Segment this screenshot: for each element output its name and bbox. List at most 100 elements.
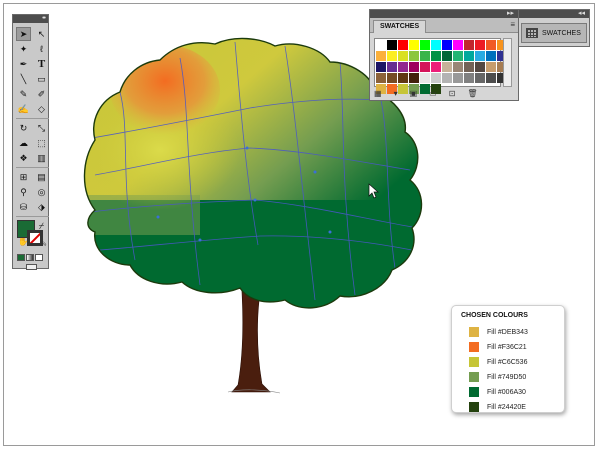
type-tool-icon[interactable]: T xyxy=(34,57,49,71)
collapse-icon[interactable]: ▸▸ xyxy=(507,10,514,18)
swatch-cell[interactable] xyxy=(420,40,430,50)
swatch-cell[interactable] xyxy=(486,40,496,50)
swatch-cell[interactable] xyxy=(398,51,408,61)
live-paint-selection-tool-icon[interactable]: ⬗ xyxy=(34,200,49,214)
swatch-cell[interactable] xyxy=(398,62,408,72)
lasso-tool-icon[interactable]: ℓ xyxy=(34,42,49,56)
pen-tool-icon[interactable]: ✒ xyxy=(16,57,31,71)
panel-menu-icon[interactable]: ≡ xyxy=(510,20,515,30)
swatch-cell[interactable] xyxy=(420,73,430,83)
swatch-cell[interactable] xyxy=(486,51,496,61)
paintbrush-tool-icon[interactable]: ✎ xyxy=(16,87,31,101)
show-kinds-icon[interactable]: ▾ xyxy=(394,89,398,98)
swatch-cell[interactable] xyxy=(398,73,408,83)
gradient-mode-icon[interactable] xyxy=(26,254,34,261)
swatch-cell[interactable] xyxy=(409,73,419,83)
chosen-colours-box: CHOSEN COLOURS Fill #DEB343 Fill #F36C21… xyxy=(451,305,565,413)
swatch-cell[interactable] xyxy=(387,51,397,61)
swatch-cell[interactable] xyxy=(387,73,397,83)
swatch-options-icon[interactable]: ▣ xyxy=(410,89,418,98)
swatch-cell[interactable] xyxy=(376,62,386,72)
scale-tool-icon[interactable]: ⤡ xyxy=(34,121,49,135)
swatches-panel-titlebar[interactable]: ▸▸ xyxy=(370,10,518,18)
swatch-cell[interactable] xyxy=(453,62,463,72)
swatch-cell[interactable] xyxy=(464,51,474,61)
eyedropper-tool-icon[interactable]: ⚲ xyxy=(16,185,31,199)
swatch-cell[interactable] xyxy=(376,40,386,50)
swatches-dock: ◂◂ SWATCHES xyxy=(518,9,590,47)
color-mode-buttons[interactable] xyxy=(17,254,43,261)
live-paint-tool-icon[interactable]: ⛁ xyxy=(16,200,31,214)
new-color-group-icon[interactable]: ▭ xyxy=(429,89,437,98)
symbol-sprayer-tool-icon[interactable]: ❖ xyxy=(16,151,31,165)
swatch-cell[interactable] xyxy=(409,62,419,72)
swatch-cell[interactable] xyxy=(486,62,496,72)
tools-panel-titlebar[interactable]: •• xyxy=(13,15,48,23)
none-mode-icon[interactable] xyxy=(35,254,43,261)
swatch-cell[interactable] xyxy=(420,62,430,72)
swatch-cell[interactable] xyxy=(475,62,485,72)
color-mode-icon[interactable] xyxy=(17,254,25,261)
swatch-cell[interactable] xyxy=(442,62,452,72)
colour-chip xyxy=(469,357,479,367)
swatch-cell[interactable] xyxy=(387,40,397,50)
panel-grip-icon[interactable]: •• xyxy=(42,15,46,23)
swatch-cell[interactable] xyxy=(431,73,441,83)
swatches-tab[interactable]: SWATCHES xyxy=(373,20,427,33)
swatch-cell[interactable] xyxy=(376,51,386,61)
swatches-dock-button[interactable]: SWATCHES xyxy=(521,23,587,43)
swatch-cell[interactable] xyxy=(398,40,408,50)
swatch-cell[interactable] xyxy=(464,62,474,72)
swatch-cell[interactable] xyxy=(475,73,485,83)
swatch-cell[interactable] xyxy=(420,51,430,61)
swatch-cell[interactable] xyxy=(409,40,419,50)
screen-mode-icon[interactable] xyxy=(26,264,37,270)
swatch-cell[interactable] xyxy=(453,40,463,50)
swatch-cell[interactable] xyxy=(453,51,463,61)
swatch-libraries-icon[interactable]: ▦ xyxy=(374,89,382,98)
stroke-color-box[interactable] xyxy=(27,230,43,246)
blob-brush-tool-icon[interactable]: ✍ xyxy=(16,102,31,116)
swatch-cell[interactable] xyxy=(431,62,441,72)
gradient-tool-icon[interactable]: ▤ xyxy=(34,170,49,184)
swatch-footer: ▦ ▾ ▣ ▭ ⊡ 🗑︎ xyxy=(374,89,478,98)
warp-tool-icon[interactable]: ☁ xyxy=(16,136,31,150)
swatch-cell[interactable] xyxy=(442,40,452,50)
swatch-cell[interactable] xyxy=(431,40,441,50)
eraser-tool-icon[interactable]: ◇ xyxy=(34,102,49,116)
delete-swatch-icon[interactable]: 🗑︎ xyxy=(467,89,477,98)
rotate-tool-icon[interactable]: ↻ xyxy=(16,121,31,135)
line-tool-icon[interactable]: ╲ xyxy=(16,72,31,86)
swatch-cell[interactable] xyxy=(453,73,463,83)
fill-stroke-control[interactable] xyxy=(17,220,47,250)
dock-titlebar[interactable]: ◂◂ xyxy=(519,10,589,18)
colour-chip xyxy=(469,402,479,412)
swatch-cell[interactable] xyxy=(486,73,496,83)
expand-icon[interactable]: ◂◂ xyxy=(578,10,585,18)
rectangle-tool-icon[interactable]: ▭ xyxy=(34,72,49,86)
swatch-cell[interactable] xyxy=(387,62,397,72)
swatch-scrollbar[interactable] xyxy=(503,38,512,87)
swatch-cell[interactable] xyxy=(376,73,386,83)
free-transform-tool-icon[interactable]: ⬚ xyxy=(34,136,49,150)
selection-tool-icon[interactable]: ➤ xyxy=(16,27,31,41)
swatch-cell[interactable] xyxy=(475,40,485,50)
swatch-cell[interactable] xyxy=(442,51,452,61)
swatch-cell[interactable] xyxy=(442,73,452,83)
magic-wand-tool-icon[interactable]: ✦ xyxy=(16,42,31,56)
swatch-cell[interactable] xyxy=(464,73,474,83)
mesh-tool-icon[interactable]: ⊞ xyxy=(16,170,31,184)
swatch-cell[interactable] xyxy=(475,51,485,61)
blend-tool-icon[interactable]: ◎ xyxy=(34,185,49,199)
colour-item: Fill #DEB343 xyxy=(469,327,528,337)
colour-label: Fill #C6C536 xyxy=(487,358,528,366)
new-swatch-icon[interactable]: ⊡ xyxy=(449,89,456,98)
swatch-cell[interactable] xyxy=(431,51,441,61)
graph-tool-icon[interactable]: ▥ xyxy=(34,151,49,165)
colour-label: Fill #DEB343 xyxy=(487,328,528,336)
pencil-tool-icon[interactable]: ✐ xyxy=(34,87,49,101)
swatch-cell[interactable] xyxy=(409,51,419,61)
direct-selection-tool-icon[interactable]: ↖ xyxy=(34,27,49,41)
swatch-cell[interactable] xyxy=(464,40,474,50)
colour-chip xyxy=(469,372,479,382)
